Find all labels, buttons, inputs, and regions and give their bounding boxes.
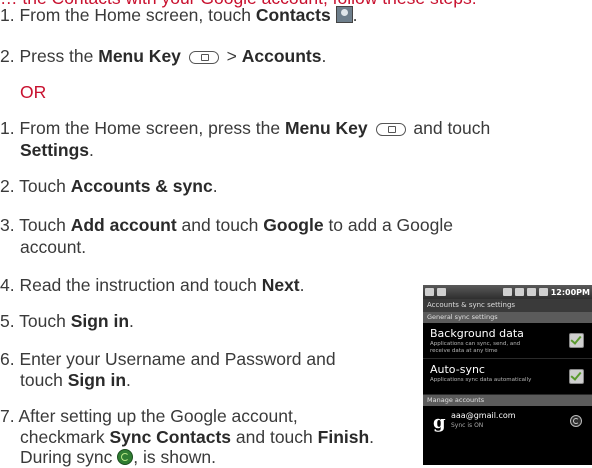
step-b1-settings: Settings: [20, 140, 90, 160]
google-g-icon: g: [433, 412, 446, 433]
account-email: aaa@gmail.com: [451, 411, 516, 420]
notification-icon: [425, 288, 434, 296]
step-b7-text: checkmark: [20, 427, 110, 447]
step-b4: 4. Read the instruction and touch Next.: [0, 275, 305, 296]
step-a1-suffix: .: [352, 5, 358, 25]
battery-icon: [538, 288, 548, 296]
background-data-checkbox[interactable]: [569, 333, 584, 348]
step-b6-text: touch: [20, 370, 68, 390]
step-b6-line2: touch Sign in.: [20, 370, 131, 391]
step-b3-line2: account.: [20, 237, 87, 257]
step-b4-next: Next: [261, 275, 300, 295]
account-sync-status: Sync is ON: [451, 422, 484, 429]
or-label: OR: [20, 82, 47, 102]
step-b7-mid: and touch: [231, 427, 318, 447]
step-b1-menu-key: Menu Key: [284, 118, 368, 138]
step-a1: 1. From the Home screen, touch Contacts …: [0, 5, 357, 26]
sync-status-icon: [502, 288, 512, 296]
step-b2-accounts-sync: Accounts & sync: [70, 176, 213, 196]
step-b7-suffix: .: [369, 427, 375, 447]
step-b5: 5. Touch Sign in.: [0, 311, 134, 332]
phone-screenshot: 12:00PM Accounts & sync settings General…: [423, 285, 592, 465]
screen-title: Accounts & sync settings: [423, 299, 592, 312]
step-a2-mid: >: [221, 46, 242, 66]
step-b1-line2-suffix: .: [89, 140, 94, 160]
auto-sync-title: Auto-sync: [430, 363, 485, 376]
step-a2: 2. Press the Menu Key > Accounts.: [0, 46, 326, 67]
step-a1-contacts: Contacts: [255, 5, 331, 25]
step-b7-line2: checkmark Sync Contacts and touch Finish…: [20, 427, 374, 448]
background-data-title: Background data: [430, 327, 524, 340]
google-account-item[interactable]: g aaa@gmail.com Sync is ON: [423, 406, 592, 436]
step-b1-line2: Settings.: [20, 140, 94, 161]
section-general-sync: General sync settings: [423, 312, 592, 323]
section-manage-accounts: Manage accounts: [423, 395, 592, 406]
status-bar: 12:00PM: [423, 285, 592, 299]
step-b1-text: 1. From the Home screen, press the: [0, 118, 285, 138]
status-time: 12:00PM: [550, 287, 590, 297]
account-sync-icon: [570, 415, 582, 427]
step-a2-suffix: .: [321, 46, 327, 66]
auto-sync-setting[interactable]: Auto-sync Applications sync data automat…: [423, 359, 592, 395]
background-data-desc: Applications can sync, send, and receive…: [430, 341, 521, 354]
step-b3-add-account: Add account: [70, 215, 177, 235]
step-b7-line3-text: During sync: [20, 447, 118, 467]
step-a1-text: 1. From the Home screen, touch: [0, 5, 256, 25]
signal-icon: [526, 288, 536, 296]
step-b3: 3. Touch Add account and touch Google to…: [0, 215, 453, 236]
step-b7-finish: Finish: [317, 427, 370, 447]
step-b5-sign-in: Sign in: [70, 311, 130, 331]
auto-sync-desc: Applications sync data automatically: [430, 377, 532, 383]
step-a2-accounts: Accounts: [241, 46, 322, 66]
step-b3-suffix: to add a Google: [323, 215, 453, 235]
step-b3-mid: and touch: [176, 215, 264, 235]
step-b1: 1. From the Home screen, press the Menu …: [0, 118, 490, 139]
network-icon: [514, 288, 524, 296]
step-b5-text: 5. Touch: [0, 311, 71, 331]
step-b7: 7. After setting up the Google account,: [0, 406, 298, 426]
step-b6: 6. Enter your Username and Password and: [0, 349, 336, 369]
sync-icon: [117, 449, 134, 465]
step-b2-text: 2. Touch: [0, 176, 71, 196]
menu-key-icon: [375, 122, 406, 136]
instruction-page: … the Contacts with your Google account,…: [0, 0, 592, 467]
step-b3-text: 3. Touch: [0, 215, 71, 235]
step-a2-menu-key: Menu Key: [98, 46, 181, 66]
step-b6-sign-in: Sign in: [67, 370, 127, 390]
step-b5-suffix: .: [129, 311, 134, 331]
menu-key-icon: [188, 50, 219, 64]
step-b7-line3-suffix: , is shown.: [133, 447, 216, 467]
step-a2-text: 2. Press the: [0, 46, 99, 66]
step-b2-suffix: .: [212, 176, 218, 196]
step-b2: 2. Touch Accounts & sync.: [0, 176, 218, 197]
contacts-icon: [335, 6, 353, 23]
step-b6-suffix: .: [126, 370, 131, 390]
step-b7-sync-contacts: Sync Contacts: [109, 427, 232, 447]
step-b3-google: Google: [263, 215, 324, 235]
background-data-setting[interactable]: Background data Applications can sync, s…: [423, 323, 592, 359]
step-b4-text: 4. Read the instruction and touch: [0, 275, 262, 295]
usb-icon: [437, 288, 446, 296]
auto-sync-checkbox[interactable]: [569, 369, 584, 384]
step-b1-mid: and touch: [408, 118, 491, 138]
step-b4-suffix: .: [299, 275, 305, 295]
